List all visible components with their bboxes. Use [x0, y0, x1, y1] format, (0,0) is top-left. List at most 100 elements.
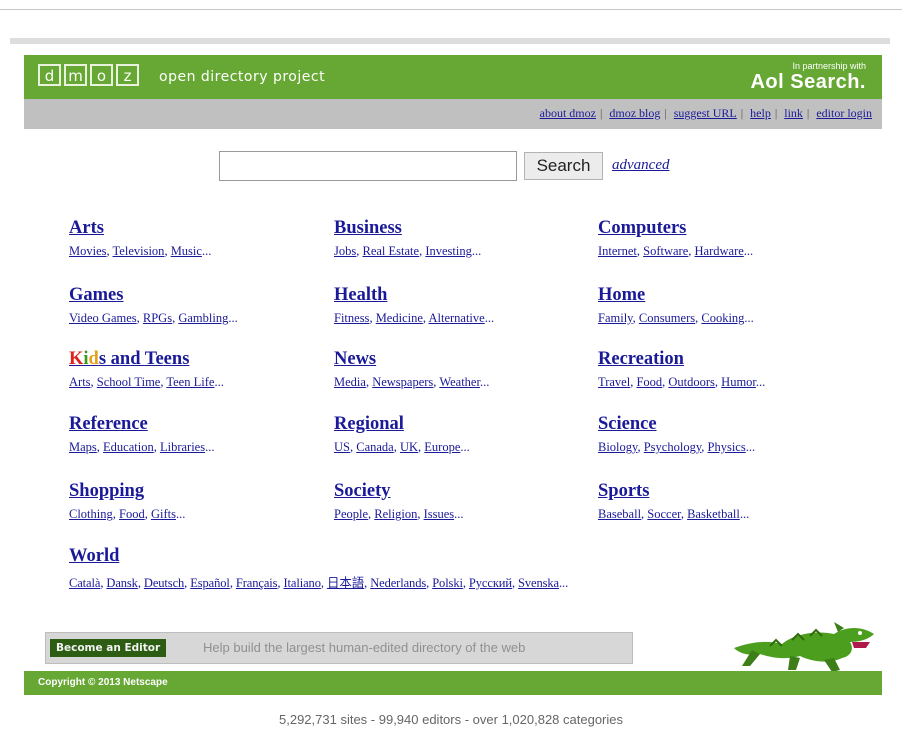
- category-title[interactable]: News: [334, 347, 589, 371]
- subcategory-link[interactable]: 日本語: [327, 576, 364, 590]
- category-business: Business Jobs, Real Estate, Investing...: [334, 216, 589, 259]
- subcategory-link[interactable]: Clothing: [69, 507, 113, 521]
- subcategory-link[interactable]: Baseball: [598, 507, 641, 521]
- category-title[interactable]: Games: [69, 283, 324, 307]
- category-world: World Català, Dansk, Deutsch, Español, Fr…: [69, 544, 849, 591]
- subcategory-link[interactable]: US: [334, 440, 350, 454]
- subcategory-link[interactable]: Polski: [432, 576, 463, 590]
- subcategory-link[interactable]: Television: [113, 244, 165, 258]
- category-title[interactable]: Recreation: [598, 347, 853, 371]
- nav-help[interactable]: help: [750, 106, 771, 120]
- advanced-search-link[interactable]: advanced: [612, 157, 669, 174]
- category-title[interactable]: Shopping: [69, 479, 324, 503]
- subcategory-link[interactable]: Music: [171, 244, 202, 258]
- subcategory-link[interactable]: Video Games: [69, 311, 137, 325]
- subcategory-link[interactable]: Jobs: [334, 244, 356, 258]
- subcategory-link[interactable]: Soccer: [647, 507, 681, 521]
- subcategory-link[interactable]: Religion: [374, 507, 417, 521]
- subcategory-link[interactable]: Dansk: [106, 576, 138, 590]
- category-title[interactable]: Arts: [69, 216, 324, 240]
- subcategory-link[interactable]: Biology: [598, 440, 637, 454]
- copyright-text: Copyright © 2013 Netscape: [38, 677, 168, 688]
- nav-separator: |: [664, 106, 667, 120]
- category-reference: Reference Maps, Education, Libraries...: [69, 412, 324, 455]
- subcategory-link[interactable]: Real Estate: [362, 244, 419, 258]
- subcategory-link[interactable]: Outdoors: [668, 375, 715, 389]
- subcategory-link[interactable]: Weather: [439, 375, 480, 389]
- subcategory-link[interactable]: Français: [236, 576, 278, 590]
- nav-link[interactable]: link: [784, 106, 803, 120]
- subcategory-link[interactable]: Русский: [469, 576, 512, 590]
- subcategory-link[interactable]: Arts: [69, 375, 91, 389]
- subcategory-link[interactable]: Svenska: [518, 576, 559, 590]
- subcategory-link[interactable]: Investing: [425, 244, 472, 258]
- search-button[interactable]: Search: [524, 152, 603, 180]
- subcategory-link[interactable]: UK: [400, 440, 418, 454]
- search-form: Search advanced: [219, 151, 739, 183]
- dmoz-logo[interactable]: d m o z: [38, 64, 142, 86]
- subcategory-list: Fitness, Medicine, Alternative...: [334, 311, 589, 326]
- subcategory-link[interactable]: Canada: [356, 440, 393, 454]
- subcategory-link[interactable]: Català: [69, 576, 100, 590]
- subcategory-link[interactable]: Fitness: [334, 311, 369, 325]
- subcategory-link[interactable]: Education: [103, 440, 154, 454]
- subcategory-link[interactable]: Internet: [598, 244, 637, 258]
- subcategory-link[interactable]: RPGs: [143, 311, 172, 325]
- become-editor-button[interactable]: Become an Editor: [50, 639, 167, 657]
- subcategory-link[interactable]: Medicine: [376, 311, 423, 325]
- subcategory-link[interactable]: People: [334, 507, 368, 521]
- category-title[interactable]: Reference: [69, 412, 324, 436]
- aol-partner-badge[interactable]: In partnership with Aol Search.: [750, 61, 866, 93]
- search-input[interactable]: [219, 151, 517, 181]
- category-title[interactable]: World: [69, 544, 849, 568]
- category-title[interactable]: Sports: [598, 479, 853, 503]
- subcategory-link[interactable]: Consumers: [639, 311, 695, 325]
- subcategory-link[interactable]: Maps: [69, 440, 97, 454]
- subcategory-link[interactable]: Humor: [721, 375, 756, 389]
- subcategory-link[interactable]: Gambling: [178, 311, 228, 325]
- subcategory-link[interactable]: School Time: [97, 375, 161, 389]
- subcategory-link[interactable]: Travel: [598, 375, 630, 389]
- category-title[interactable]: Health: [334, 283, 589, 307]
- subcategory-link[interactable]: Europe: [424, 440, 460, 454]
- subcategory-link[interactable]: Issues: [424, 507, 455, 521]
- subcategory-link[interactable]: Family: [598, 311, 633, 325]
- subcategory-link[interactable]: Cooking: [701, 311, 744, 325]
- subcategory-link[interactable]: Español: [190, 576, 230, 590]
- nav-editor-login[interactable]: editor login: [816, 106, 872, 120]
- category-title[interactable]: Computers: [598, 216, 853, 240]
- category-title[interactable]: Home: [598, 283, 853, 307]
- subcategory-link[interactable]: Italiano: [283, 576, 320, 590]
- subcategory-link[interactable]: Psychology: [644, 440, 702, 454]
- subcategory-link[interactable]: Newspapers: [372, 375, 433, 389]
- subcategory-link[interactable]: Deutsch: [144, 576, 184, 590]
- subcategory-link[interactable]: Libraries: [160, 440, 205, 454]
- subcategory-link[interactable]: Hardware: [695, 244, 744, 258]
- subcategory-link[interactable]: Movies: [69, 244, 107, 258]
- category-shopping: Shopping Clothing, Food, Gifts...: [69, 479, 324, 522]
- subcategory-link[interactable]: Teen Life: [166, 375, 214, 389]
- category-title[interactable]: Society: [334, 479, 589, 503]
- category-title[interactable]: Science: [598, 412, 853, 436]
- category-title[interactable]: Kids and Teens: [69, 347, 324, 371]
- subcategory-link[interactable]: Alternative: [428, 311, 484, 325]
- nav-about-dmoz[interactable]: about dmoz: [540, 106, 596, 120]
- subcategory-link[interactable]: Food: [636, 375, 662, 389]
- nav-dmoz-blog[interactable]: dmoz blog: [609, 106, 660, 120]
- subcategory-link[interactable]: Nederlands: [370, 576, 426, 590]
- become-editor-text[interactable]: Help build the largest human-edited dire…: [203, 640, 525, 655]
- subcategory-link[interactable]: Gifts: [151, 507, 176, 521]
- nav-separator: |: [740, 106, 744, 120]
- category-science: Science Biology, Psychology, Physics...: [598, 412, 853, 455]
- category-kids-and-teens: Kids and Teens Arts, School Time, Teen Li…: [69, 347, 324, 390]
- nav-suggest-url[interactable]: suggest URL: [674, 106, 737, 120]
- subcategory-link[interactable]: Software: [643, 244, 688, 258]
- subcategory-link[interactable]: Media: [334, 375, 366, 389]
- subcategory-link[interactable]: Physics: [708, 440, 746, 454]
- become-editor-bar: Become an Editor Help build the largest …: [45, 632, 633, 664]
- category-title[interactable]: Business: [334, 216, 589, 240]
- subcategory-link[interactable]: Food: [119, 507, 145, 521]
- subcategory-link[interactable]: Basketball: [687, 507, 740, 521]
- category-title[interactable]: Regional: [334, 412, 589, 436]
- subcategory-separator: ...: [471, 244, 482, 258]
